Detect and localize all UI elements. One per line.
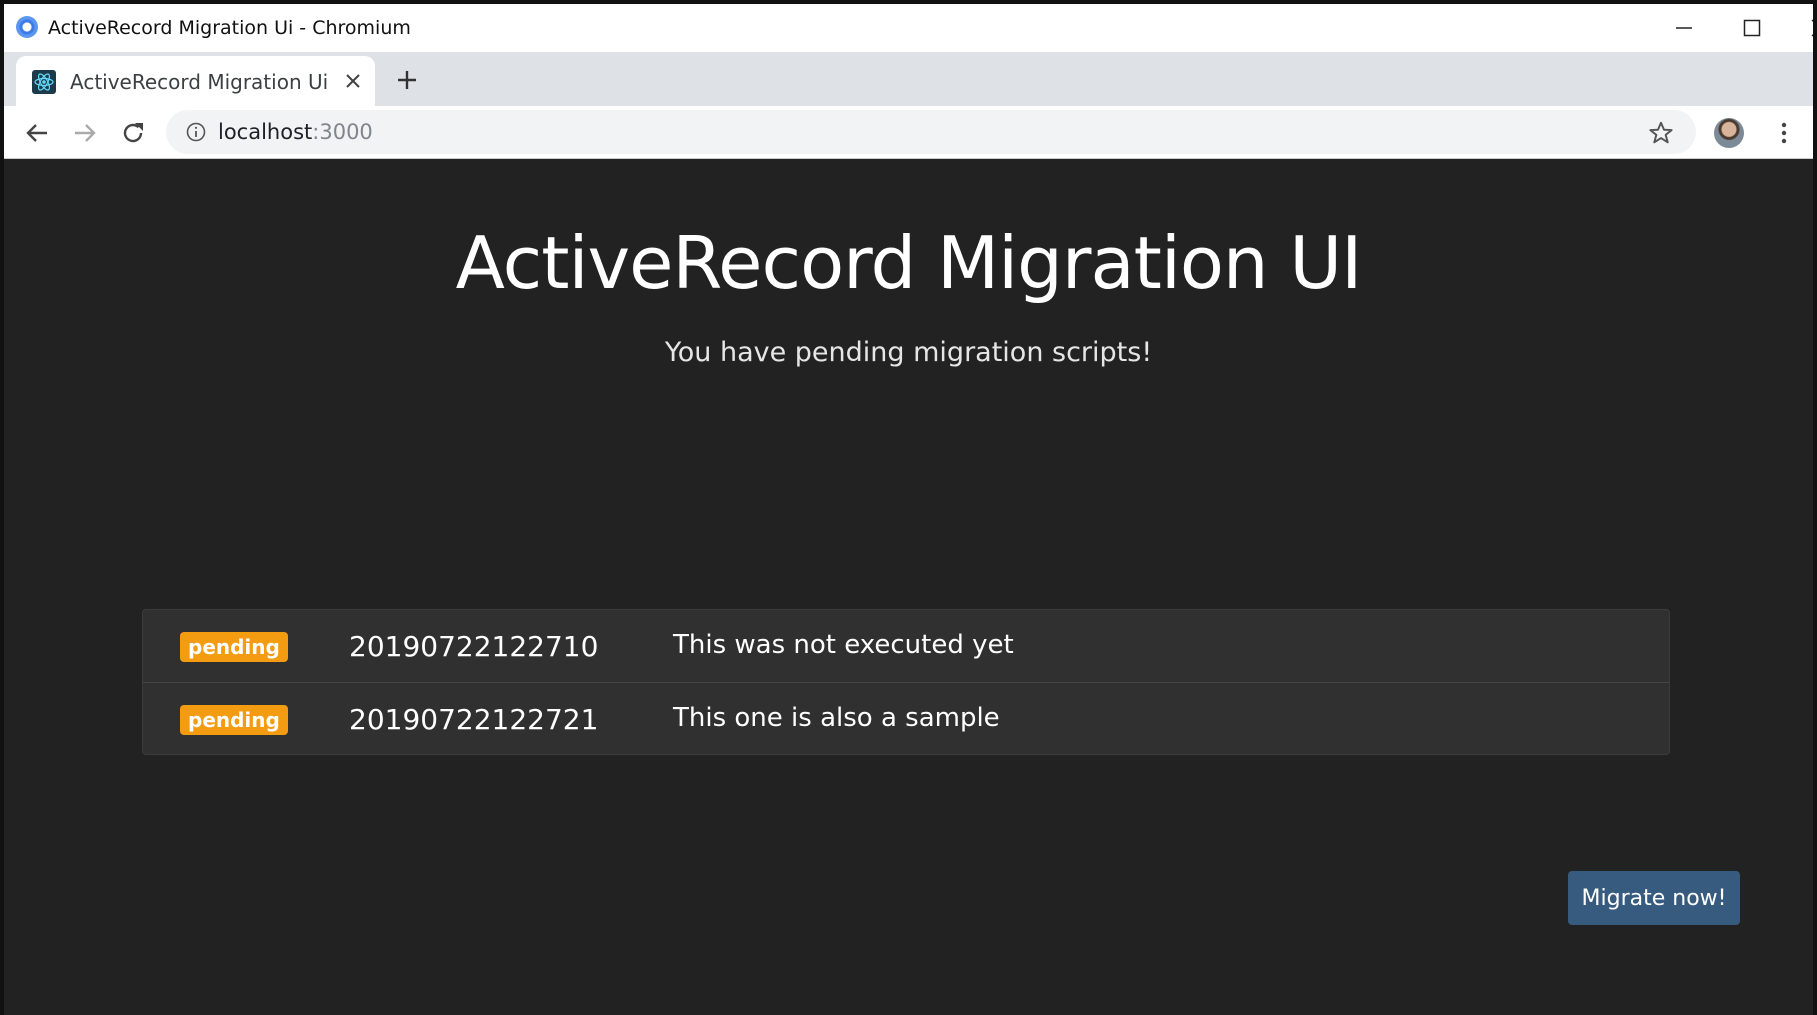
browser-toolbar: localhost:3000 xyxy=(4,106,1813,159)
migration-version: 20190722122710 xyxy=(349,630,599,663)
migration-description: This was not executed yet xyxy=(673,630,1014,660)
minimize-icon xyxy=(1676,27,1692,29)
info-icon xyxy=(186,122,206,142)
migrate-now-button[interactable]: Migrate now! xyxy=(1568,871,1740,925)
react-favicon-icon xyxy=(32,70,56,94)
minimize-button[interactable] xyxy=(1664,10,1704,46)
forward-button[interactable] xyxy=(70,118,100,148)
tab-close-button[interactable] xyxy=(342,70,364,92)
status-badge: pending xyxy=(180,632,288,662)
reload-button[interactable] xyxy=(118,118,148,148)
new-tab-button[interactable] xyxy=(393,66,421,94)
maximize-button[interactable] xyxy=(1732,10,1772,46)
url-text: localhost:3000 xyxy=(218,120,373,144)
close-window-button[interactable] xyxy=(1800,10,1813,46)
url-port: :3000 xyxy=(312,120,373,144)
url-host: localhost xyxy=(218,120,313,144)
chromium-icon xyxy=(16,16,38,38)
more-vert-icon[interactable] xyxy=(1774,118,1794,148)
migration-row: pending 20190722122710 This was not exec… xyxy=(143,610,1669,682)
page-content: ActiveRecord Migration UI You have pendi… xyxy=(4,159,1813,1015)
window-title: ActiveRecord Migration Ui - Chromium xyxy=(48,17,411,39)
page-subtitle: You have pending migration scripts! xyxy=(664,337,1153,368)
browser-window: ActiveRecord Migration Ui - Chromium Act… xyxy=(4,4,1813,1015)
migration-list: pending 20190722122710 This was not exec… xyxy=(142,609,1670,755)
page-title: ActiveRecord Migration UI xyxy=(455,221,1363,305)
status-badge: pending xyxy=(180,705,288,735)
reload-icon xyxy=(123,123,143,143)
migration-row: pending 20190722122721 This one is also … xyxy=(143,682,1669,755)
address-bar[interactable]: localhost:3000 xyxy=(166,110,1696,154)
arrow-right-icon xyxy=(75,124,96,142)
migration-description: This one is also a sample xyxy=(673,703,1000,733)
arrow-left-icon xyxy=(26,124,47,142)
back-button[interactable] xyxy=(22,118,52,148)
migration-version: 20190722122721 xyxy=(349,703,599,736)
profile-avatar[interactable] xyxy=(1714,118,1744,148)
tab-strip: ActiveRecord Migration Ui xyxy=(4,52,1813,106)
title-bar: ActiveRecord Migration Ui - Chromium xyxy=(4,4,1813,52)
star-icon[interactable] xyxy=(1648,120,1674,146)
tab-active[interactable]: ActiveRecord Migration Ui xyxy=(16,56,375,106)
close-icon xyxy=(346,74,360,88)
maximize-icon xyxy=(1743,19,1761,37)
plus-icon xyxy=(398,71,416,89)
tab-label: ActiveRecord Migration Ui xyxy=(70,70,329,94)
close-icon xyxy=(1811,19,1813,37)
